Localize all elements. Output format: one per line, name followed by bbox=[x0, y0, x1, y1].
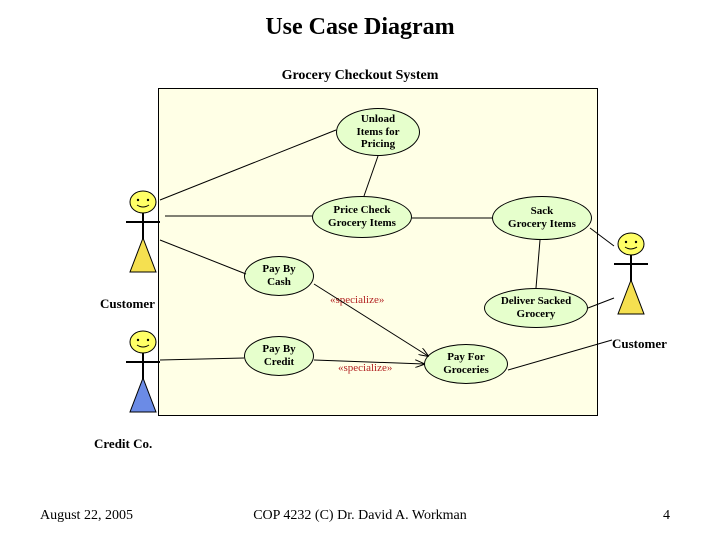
actor-customer-left bbox=[118, 190, 168, 285]
usecase-pay-for-label: Pay For Groceries bbox=[443, 351, 489, 376]
usecase-sack-label: Sack Grocery Items bbox=[508, 205, 576, 230]
usecase-pay-credit: Pay By Credit bbox=[244, 336, 314, 376]
page-title: Use Case Diagram bbox=[0, 14, 720, 41]
usecase-unload-label: Unload Items for Pricing bbox=[356, 113, 399, 151]
usecase-pay-credit-label: Pay By Credit bbox=[262, 343, 295, 368]
footer-page-number: 4 bbox=[663, 508, 670, 524]
actor-credit-co bbox=[118, 330, 168, 425]
actor-customer-right bbox=[606, 232, 656, 327]
usecase-pay-for: Pay For Groceries bbox=[424, 344, 508, 384]
stick-figure-icon bbox=[118, 190, 168, 280]
stereotype-specialize-2: «specialize» bbox=[338, 362, 392, 374]
stick-figure-icon bbox=[606, 232, 656, 322]
stereotype-specialize-1: «specialize» bbox=[330, 294, 384, 306]
actor-credit-co-label: Credit Co. bbox=[94, 436, 152, 452]
actor-customer-right-label: Customer bbox=[612, 336, 667, 352]
actor-customer-left-label: Customer bbox=[100, 296, 155, 312]
usecase-unload: Unload Items for Pricing bbox=[336, 108, 420, 156]
usecase-sack: Sack Grocery Items bbox=[492, 196, 592, 240]
stick-figure-icon bbox=[118, 330, 168, 420]
usecase-price-check: Price Check Grocery Items bbox=[312, 196, 412, 238]
footer-center: COP 4232 (C) Dr. David A. Workman bbox=[0, 508, 720, 524]
usecase-pay-cash: Pay By Cash bbox=[244, 256, 314, 296]
usecase-deliver: Deliver Sacked Grocery bbox=[484, 288, 588, 328]
usecase-pay-cash-label: Pay By Cash bbox=[262, 263, 295, 288]
system-name-label: Grocery Checkout System bbox=[0, 68, 720, 84]
usecase-price-check-label: Price Check Grocery Items bbox=[328, 204, 396, 229]
usecase-deliver-label: Deliver Sacked Grocery bbox=[501, 295, 571, 320]
